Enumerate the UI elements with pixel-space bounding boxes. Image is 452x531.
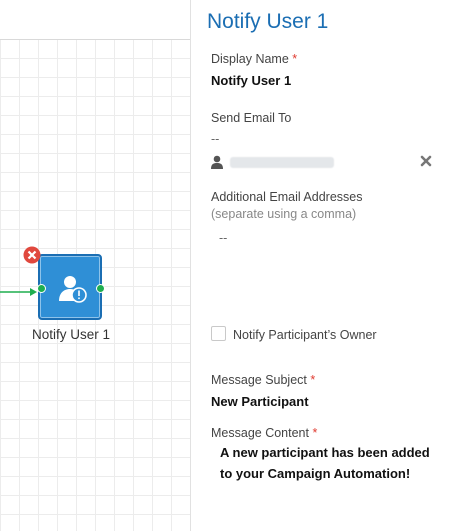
node-label: Notify User 1 — [31, 327, 111, 342]
message-content-value[interactable]: A new participant has been added to your… — [220, 442, 445, 484]
required-marker: * — [292, 52, 298, 66]
notify-user-node[interactable] — [38, 254, 102, 320]
notify-owner-label[interactable]: Notify Participant’s Owner — [233, 328, 377, 342]
message-subject-label: Message Subject * — [211, 373, 315, 387]
notify-owner-checkbox[interactable] — [211, 326, 226, 341]
message-subject-value[interactable]: New Participant — [211, 394, 309, 409]
display-name-value[interactable]: Notify User 1 — [211, 73, 291, 88]
additional-emails-value[interactable]: -- — [219, 231, 227, 245]
message-subject-label-text: Message Subject — [211, 373, 307, 387]
close-icon[interactable] — [420, 155, 432, 167]
canvas-header — [0, 0, 190, 39]
node-input-port[interactable] — [37, 284, 46, 293]
required-marker: * — [310, 373, 316, 387]
properties-panel: Notify User 1 Display Name * Notify User… — [191, 0, 452, 531]
additional-emails-hint: (separate using a comma) — [211, 207, 357, 221]
node-output-port[interactable] — [96, 284, 105, 293]
display-name-label-text: Display Name — [211, 52, 289, 66]
additional-emails-label: Additional Email Addresses — [211, 190, 363, 204]
send-email-to-label: Send Email To — [211, 111, 292, 125]
display-name-label: Display Name * — [211, 52, 297, 66]
close-circle-icon[interactable] — [23, 246, 41, 264]
canvas-header-divider — [0, 39, 190, 40]
recipient-user-row — [211, 155, 433, 171]
send-email-to-value[interactable]: -- — [211, 132, 219, 146]
recipient-user-name — [230, 157, 334, 168]
user-alert-icon — [59, 276, 87, 303]
user-icon — [211, 155, 223, 169]
message-content-label: Message Content * — [211, 426, 317, 440]
required-marker: * — [312, 426, 318, 440]
message-content-label-text: Message Content — [211, 426, 309, 440]
panel-title: Notify User 1 — [207, 10, 329, 33]
